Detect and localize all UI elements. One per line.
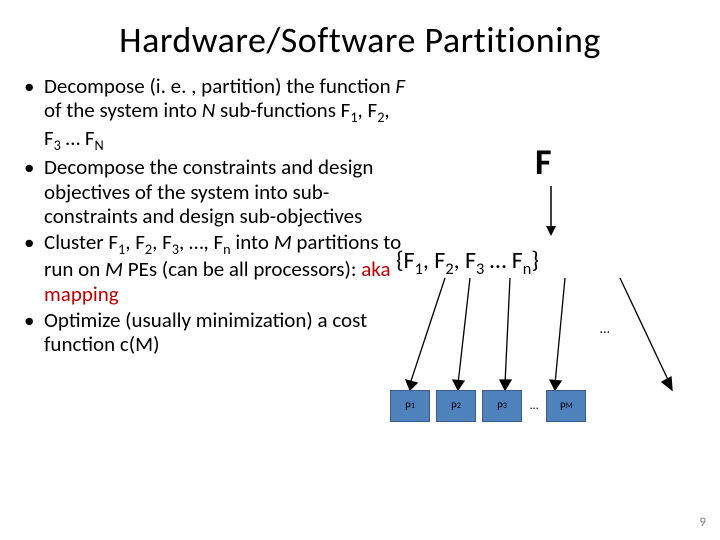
arrow-down-icon bbox=[543, 186, 559, 236]
bullet-3: Cluster F1, F2, F3, …, Fn into M partiti… bbox=[20, 230, 408, 306]
partition-box-1: P1 bbox=[390, 390, 430, 422]
bullet-1: Decompose (i. e. , partition) the functi… bbox=[20, 74, 408, 153]
bullet-list: Decompose (i. e. , partition) the functi… bbox=[20, 74, 408, 358]
diagram-mid-ellipsis: … bbox=[600, 320, 610, 337]
partition-ellipsis: … bbox=[528, 399, 540, 413]
bullet-2: Decompose the constraints and design obj… bbox=[20, 155, 408, 227]
partition-box-M: PM bbox=[546, 390, 586, 422]
partition-boxes: P1 P2 P3 … PM bbox=[390, 390, 586, 422]
diagram-F: F bbox=[535, 140, 552, 184]
slide-title: Hardware/Software Partitioning bbox=[20, 18, 700, 62]
diagram-function-set: {F1, F2, F3 … Fn} bbox=[396, 246, 539, 279]
diagram: F {F1, F2, F3 … Fn} … P1 bbox=[390, 128, 720, 468]
bullet-4: Optimize (usually minimization) a cost f… bbox=[20, 308, 408, 356]
page-number: 9 bbox=[699, 515, 706, 530]
partition-box-3: P3 bbox=[482, 390, 522, 422]
slide: Hardware/Software Partitioning Decompose… bbox=[0, 0, 720, 540]
partition-box-2: P2 bbox=[436, 390, 476, 422]
